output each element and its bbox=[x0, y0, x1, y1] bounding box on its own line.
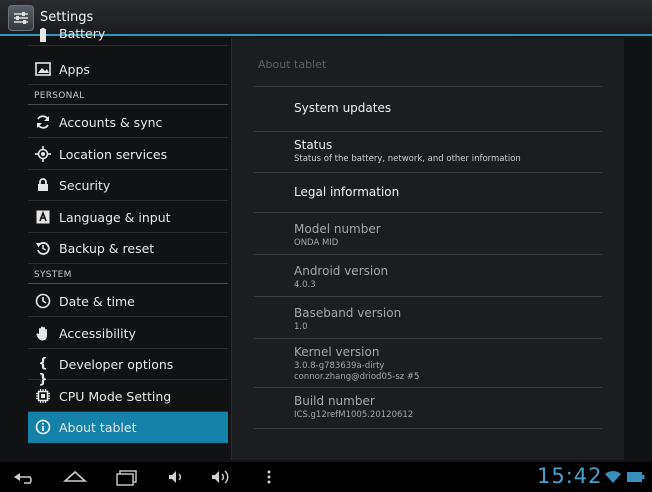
sidebar-item-battery[interactable]: Battery bbox=[28, 26, 228, 46]
divider bbox=[254, 212, 602, 213]
divider bbox=[254, 428, 602, 429]
panel-title: About tablet bbox=[258, 58, 327, 71]
info-icon bbox=[35, 419, 51, 435]
app-title: Settings bbox=[40, 10, 94, 25]
wifi-icon bbox=[605, 470, 621, 483]
sync-icon bbox=[37, 115, 49, 129]
sliders-icon bbox=[14, 12, 28, 24]
sidebar-item-security[interactable]: Security bbox=[28, 170, 228, 201]
sidebar-item-developer-options[interactable]: { } Developer options bbox=[28, 349, 228, 387]
status-summary: Status of the battery, network, and othe… bbox=[294, 154, 521, 164]
section-divider bbox=[28, 283, 228, 284]
divider bbox=[254, 86, 602, 87]
language-icon bbox=[36, 210, 50, 224]
legal-information-item[interactable]: Legal information bbox=[294, 185, 399, 199]
apps-icon bbox=[35, 62, 51, 76]
sidebar-item-label: Language & input bbox=[59, 210, 171, 225]
about-tablet-panel: About tablet System updates Status Statu… bbox=[231, 38, 624, 460]
volume-up-icon[interactable] bbox=[208, 468, 234, 486]
build-number-value: ICS.g12refM1005.20120612 bbox=[294, 410, 414, 420]
divider bbox=[254, 338, 602, 339]
sidebar-item-backup-reset[interactable]: Backup & reset bbox=[28, 233, 228, 264]
clock-icon bbox=[35, 293, 51, 309]
kernel-version-value: 3.0.8-g783639a-dirty bbox=[294, 361, 385, 371]
sidebar-item-label: CPU Mode Setting bbox=[59, 389, 172, 404]
divider bbox=[254, 254, 602, 255]
android-version-label: Android version bbox=[294, 264, 389, 278]
sidebar-item-label: Battery bbox=[59, 26, 106, 41]
sidebar-item-accounts-sync[interactable]: Accounts & sync bbox=[28, 107, 228, 138]
settings-sidebar: Battery Apps PERSONAL Accounts & sync Lo… bbox=[28, 26, 228, 460]
divider bbox=[254, 172, 602, 173]
volume-down-icon[interactable] bbox=[164, 468, 190, 486]
chip-icon bbox=[36, 389, 50, 403]
sidebar-item-label: Location services bbox=[59, 147, 168, 162]
status-item[interactable]: Status bbox=[294, 138, 332, 152]
sidebar-item-label: Date & time bbox=[59, 294, 135, 309]
sidebar-item-apps[interactable]: Apps bbox=[28, 54, 228, 85]
divider bbox=[254, 296, 602, 297]
home-icon[interactable] bbox=[62, 468, 88, 486]
sidebar-item-label: Accessibility bbox=[59, 326, 136, 341]
system-bar: 15:42 bbox=[0, 462, 652, 492]
baseband-version-value: 1.0 bbox=[294, 322, 308, 332]
sidebar-item-label: Accounts & sync bbox=[59, 115, 163, 130]
sidebar-item-label: About tablet bbox=[59, 420, 137, 435]
hand-icon bbox=[36, 326, 47, 341]
kernel-version-label: Kernel version bbox=[294, 345, 380, 359]
sidebar-item-label: Apps bbox=[59, 62, 90, 77]
baseband-version-label: Baseband version bbox=[294, 306, 402, 320]
android-version-value: 4.0.3 bbox=[294, 280, 316, 290]
system-updates-item[interactable]: System updates bbox=[294, 101, 391, 115]
sidebar-item-cpu-mode-setting[interactable]: CPU Mode Setting bbox=[28, 381, 228, 412]
sidebar-item-accessibility[interactable]: Accessibility bbox=[28, 318, 228, 349]
kernel-build-host: connor.zhang@driod05-sz #5 bbox=[294, 372, 420, 382]
sidebar-item-label: Backup & reset bbox=[59, 241, 155, 256]
section-header-personal: PERSONAL bbox=[34, 91, 85, 101]
backup-icon bbox=[36, 242, 50, 255]
section-divider bbox=[28, 104, 228, 105]
braces-icon: { } bbox=[38, 356, 48, 387]
divider bbox=[254, 387, 602, 388]
battery-icon bbox=[40, 28, 46, 42]
sidebar-item-label: Security bbox=[59, 178, 111, 193]
battery-status-icon bbox=[627, 472, 645, 482]
back-icon[interactable] bbox=[12, 468, 38, 486]
location-icon bbox=[35, 146, 51, 162]
divider bbox=[254, 131, 602, 132]
model-number-value: ONDA MID bbox=[294, 238, 339, 248]
sidebar-item-label: Developer options bbox=[59, 357, 174, 372]
sidebar-item-location-services[interactable]: Location services bbox=[28, 139, 228, 170]
menu-icon[interactable] bbox=[256, 468, 282, 486]
lock-icon bbox=[38, 178, 48, 191]
sidebar-item-language-input[interactable]: Language & input bbox=[28, 202, 228, 233]
sidebar-item-date-time[interactable]: Date & time bbox=[28, 286, 228, 317]
section-header-system: SYSTEM bbox=[34, 270, 72, 280]
sidebar-item-about-tablet[interactable]: About tablet bbox=[28, 412, 228, 443]
recent-apps-icon[interactable] bbox=[114, 468, 140, 486]
status-clock[interactable]: 15:42 bbox=[537, 464, 603, 488]
build-number-label: Build number bbox=[294, 394, 375, 408]
model-number-label: Model number bbox=[294, 222, 381, 236]
